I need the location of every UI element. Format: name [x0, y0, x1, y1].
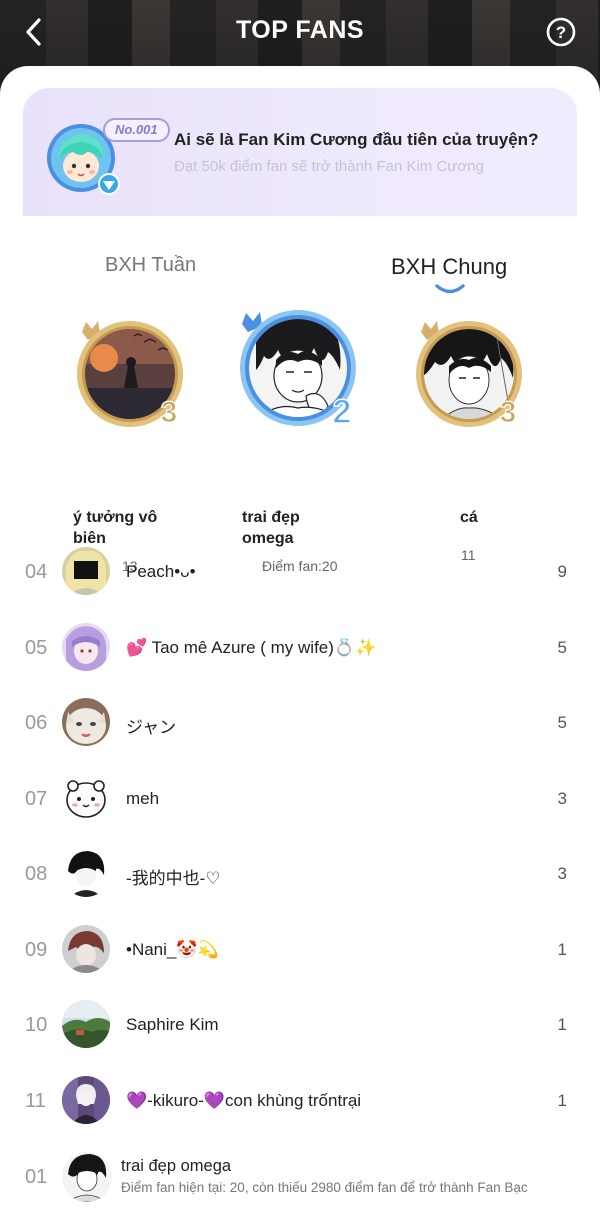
avatar: [62, 774, 110, 822]
podium-right-name: cá: [460, 509, 478, 526]
rank-number: 07: [25, 788, 48, 810]
svg-text:?: ?: [556, 23, 566, 42]
fan-name: -我的中也-♡: [126, 869, 221, 888]
podium-left[interactable]: 3: [74, 318, 194, 438]
fan-score: 3: [557, 864, 567, 883]
my-name: trai đẹp omega: [121, 1157, 232, 1175]
fan-name: •Nani_🤡💫: [126, 940, 219, 959]
avatar: [62, 849, 110, 897]
tab-general-ranking[interactable]: BXH Chung: [391, 254, 507, 280]
help-button[interactable]: ?: [546, 17, 576, 47]
banner-subtitle: Đạt 50k điểm fan sẽ trở thành Fan Kim Cư…: [174, 158, 484, 175]
diamond-fan-banner[interactable]: No.001 Ai sẽ là Fan Kim Cương đầu tiên c…: [23, 88, 577, 216]
fan-name: ジャン: [126, 718, 177, 737]
my-avatar: [62, 1152, 112, 1202]
podium-center[interactable]: 2: [236, 310, 366, 440]
my-progress-text: Điểm fan hiện tại: 20, còn thiếu 2980 đi…: [121, 1180, 528, 1195]
my-ranking-row[interactable]: 01 trai đẹp omega: [0, 1145, 600, 1213]
fan-name: meh: [126, 789, 160, 808]
fan-name: 💜-kikuro-💜con khùng trốntrại: [126, 1091, 362, 1110]
list-item[interactable]: 07 meh 3: [0, 768, 600, 828]
avatar: [62, 1076, 110, 1124]
svg-text:3: 3: [161, 396, 178, 429]
tab-weekly-ranking[interactable]: BXH Tuần: [105, 254, 196, 277]
page-title: TOP FANS: [235, 16, 365, 44]
active-tab-indicator: [435, 284, 465, 294]
fan-score: 1: [557, 1015, 567, 1034]
rank-number: 11: [25, 1090, 46, 1112]
fan-score: 1: [557, 940, 567, 959]
avatar: [62, 698, 110, 746]
rank-number: 10: [25, 1014, 48, 1036]
fan-name: 💕 Tao mê Azure ( my wife)💍✨: [126, 638, 377, 657]
avatar: [62, 623, 110, 671]
help-icon: ?: [546, 17, 576, 47]
list-item[interactable]: 06 ジャン 5: [0, 692, 600, 752]
fan-score: 3: [557, 789, 567, 808]
avatar: [62, 925, 110, 973]
fan-score: 9: [557, 562, 567, 581]
rank-number: 09: [25, 939, 48, 961]
list-item[interactable]: 05 💕 Tao mê Azure ( my wife)💍✨ 5: [0, 617, 600, 677]
svg-text:2: 2: [333, 393, 352, 431]
list-item[interactable]: 11 💜-kikuro-💜con khùng trốntrại 1: [0, 1070, 600, 1130]
rank-number: 04: [25, 561, 48, 583]
my-rank-number: 01: [25, 1166, 48, 1188]
fan-score: 1: [557, 1091, 567, 1110]
rank-number: 08: [25, 863, 48, 885]
list-item[interactable]: 10 Saphire Kim 1: [0, 994, 600, 1054]
rank-number: 05: [25, 637, 48, 659]
podium-right[interactable]: 3: [413, 318, 533, 438]
diamond-icon: [98, 173, 120, 195]
svg-text:3: 3: [500, 396, 517, 429]
list-item[interactable]: 04 Peach•ᴗ• 9: [0, 541, 600, 601]
fan-name: Saphire Kim: [126, 1015, 219, 1034]
fan-score: 5: [557, 713, 567, 732]
list-item[interactable]: 09 •Nani_🤡💫 1: [0, 919, 600, 979]
rank-number: 06: [25, 712, 48, 734]
rank-badge: No.001: [103, 118, 170, 142]
fan-name: Peach•ᴗ•: [126, 562, 196, 581]
fan-score: 5: [557, 638, 567, 657]
list-item[interactable]: 08 -我的中也-♡ 3: [0, 843, 600, 903]
avatar: [62, 547, 110, 595]
avatar: [62, 1000, 110, 1048]
banner-title: Ai sẽ là Fan Kim Cương đầu tiên của truy…: [174, 130, 539, 149]
